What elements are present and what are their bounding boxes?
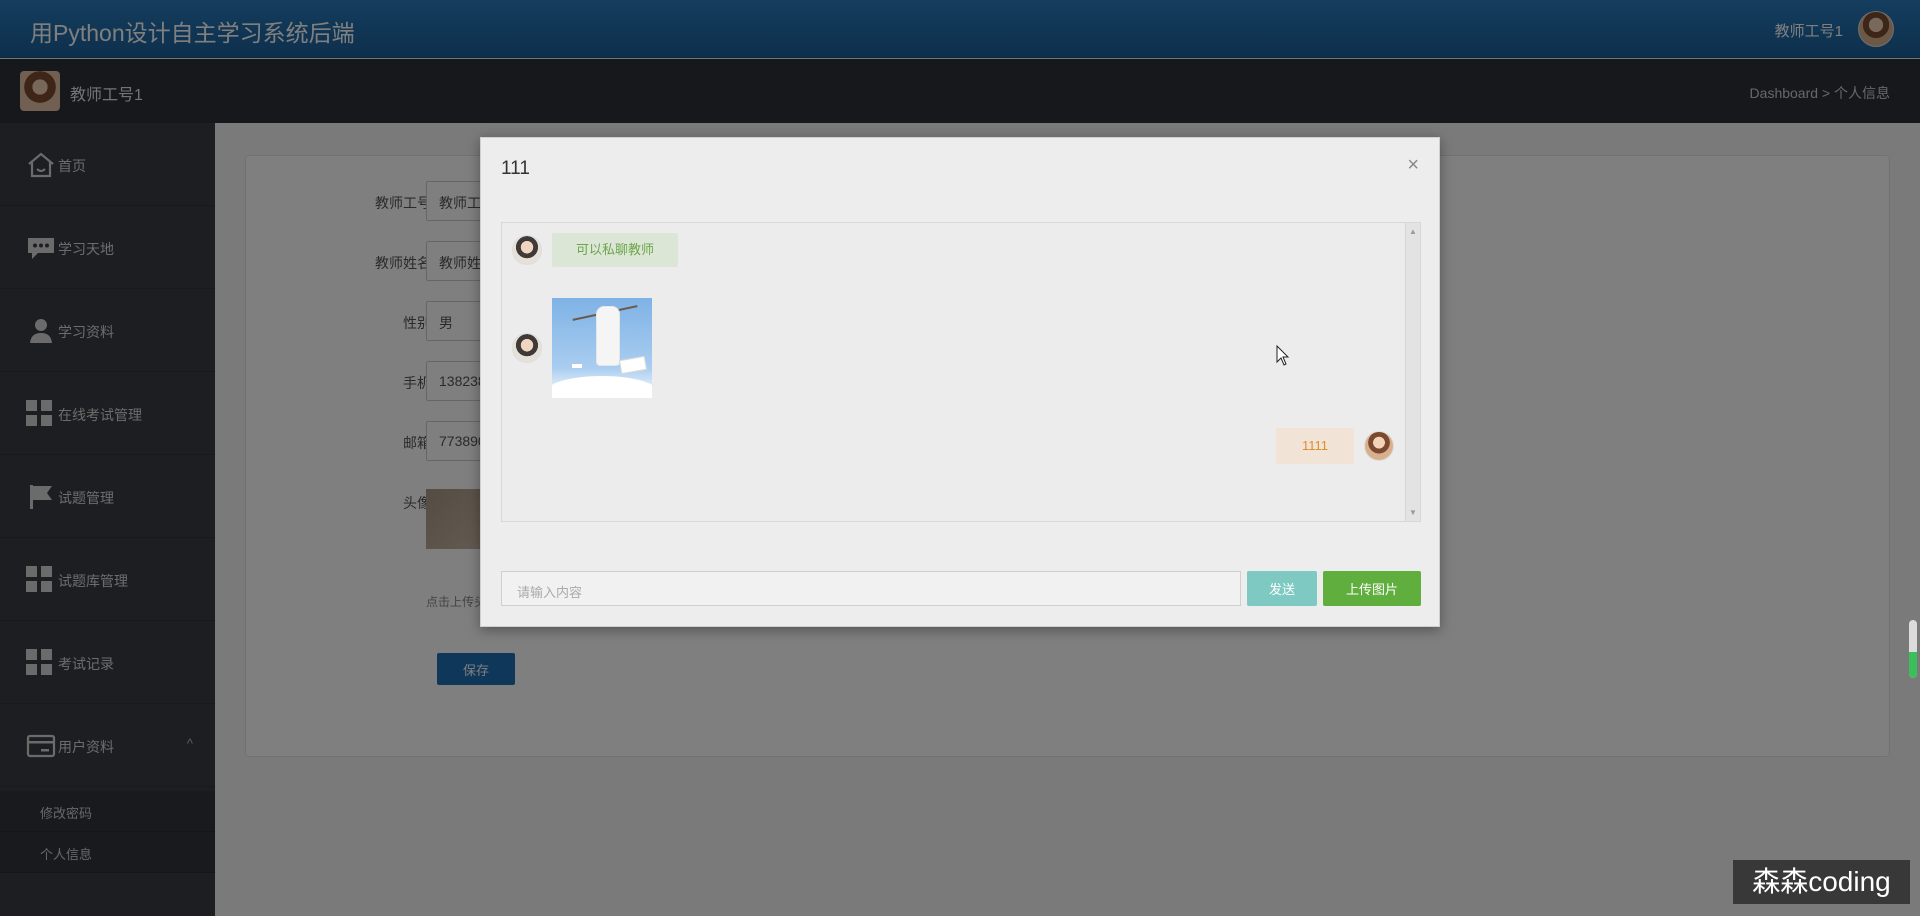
scroll-down-arrow-icon[interactable]: ▼: [1409, 508, 1417, 517]
watermark-text: 森森coding: [1733, 860, 1910, 904]
sender-avatar: [512, 235, 542, 265]
mouse-cursor-icon: [1276, 344, 1290, 372]
chat-image-message[interactable]: [552, 298, 652, 398]
side-scroll-indicator[interactable]: [1909, 620, 1917, 678]
close-icon[interactable]: ×: [1407, 154, 1419, 177]
message-input[interactable]: 请输入内容: [501, 571, 1241, 606]
sender-avatar: [512, 333, 542, 363]
chat-message-bubble: 可以私聊教师: [552, 233, 678, 267]
chat-message-bubble: 1111: [1276, 428, 1354, 464]
chat-modal: 111 × 可以私聊教师 1111 ▲ ▼ 请输入内容 发送 上传图片: [480, 137, 1440, 627]
my-avatar: [1364, 431, 1394, 461]
modal-title: 111: [501, 158, 530, 179]
chat-scrollbar[interactable]: ▲ ▼: [1405, 223, 1420, 521]
scroll-up-arrow-icon[interactable]: ▲: [1409, 227, 1417, 236]
upload-image-button[interactable]: 上传图片: [1323, 571, 1421, 606]
chat-message-list[interactable]: 可以私聊教师 1111 ▲ ▼: [501, 222, 1421, 522]
send-button[interactable]: 发送: [1247, 571, 1317, 606]
